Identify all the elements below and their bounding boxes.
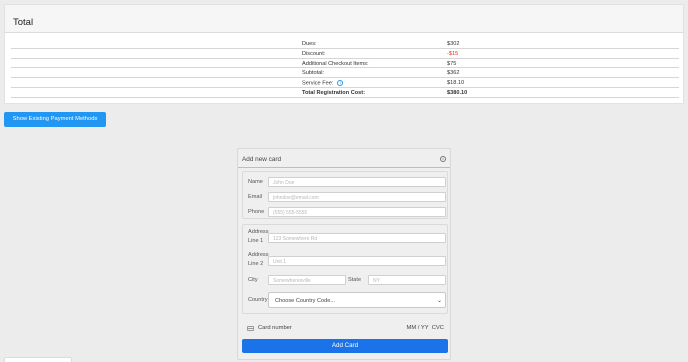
credit-card-icon <box>247 326 254 331</box>
phone-label: Phone <box>248 209 265 215</box>
address1-input[interactable]: 123 Somewhere Rd <box>268 233 446 243</box>
name-input[interactable]: John Doe <box>268 177 446 187</box>
card-number-input[interactable]: Card number <box>258 325 292 331</box>
dues-value: $302 <box>447 41 460 47</box>
totals-row-subtotal: Subtotal: $362 <box>11 68 679 79</box>
totals-row-dues: Dues: $302 <box>11 39 679 49</box>
dues-label: Dues: <box>302 41 317 47</box>
total-cost-value: $380.10 <box>447 89 468 96</box>
totals-table: Dues: $302 Discount: -$15 Additional Che… <box>11 39 679 98</box>
contact-group: Name John Doe Email johndoe@email.com Ph… <box>242 171 448 219</box>
state-input[interactable]: NY <box>368 275 446 285</box>
phone-row: Phone (555) 555-5555 <box>243 206 449 218</box>
card-expiry-cvc[interactable]: MM / YY CVC <box>407 325 444 331</box>
total-cost-label: Total Registration Cost: <box>302 89 365 96</box>
email-label: Email <box>248 194 262 200</box>
info-icon[interactable]: i <box>337 80 344 87</box>
additional-items-label: Additional Checkout Items: <box>302 60 369 67</box>
close-icon[interactable]: × <box>440 156 446 162</box>
address1-row: Address Line 1 123 Somewhere Rd <box>243 227 449 247</box>
total-panel: Total Dues: $302 Discount: -$15 Addition… <box>4 4 684 104</box>
state-label: State <box>348 277 362 283</box>
card-input-row[interactable]: Card number MM / YY CVC <box>242 322 448 336</box>
total-title: Total <box>13 17 34 28</box>
footer-card-stub <box>4 357 72 362</box>
name-label: Name <box>248 179 263 185</box>
country-row: Country Choose Country Code... ⌄ <box>243 291 449 311</box>
discount-label: Discount: <box>302 50 326 57</box>
address2-input[interactable]: Unit 1 <box>268 256 446 266</box>
chevron-down-icon: ⌄ <box>436 298 442 304</box>
add-card-header: Add new card × <box>238 149 450 168</box>
totals-row-total: Total Registration Cost: $380.10 <box>11 88 679 98</box>
address1-label-1: Address <box>248 229 269 235</box>
total-header: Total <box>5 5 683 33</box>
email-row: Email johndoe@email.com <box>243 191 449 203</box>
service-fee-value: $18.10 <box>447 80 465 87</box>
country-label: Country <box>248 297 268 303</box>
subtotal-value: $362 <box>447 70 460 77</box>
city-state-row: City Somewheresville State NY <box>243 274 449 286</box>
totals-row-service-fee: Service Fee: i $18.10 <box>11 78 679 88</box>
name-row: Name John Doe <box>243 176 449 188</box>
totals-row-additional-items: Additional Checkout Items: $75 <box>11 59 679 69</box>
email-input[interactable]: johndoe@email.com <box>268 192 446 202</box>
subtotal-label: Subtotal: <box>302 70 325 77</box>
address-group: Address Line 1 123 Somewhere Rd Address … <box>242 224 448 314</box>
additional-items-value: $75 <box>447 60 457 67</box>
address2-row: Address Line 2 Unit 1 <box>243 251 449 271</box>
address1-label-2: Line 1 <box>248 238 264 244</box>
show-payment-methods-button[interactable]: Show Existing Payment Methods <box>4 112 106 127</box>
totals-row-discount: Discount: -$15 <box>11 49 679 59</box>
phone-input[interactable]: (555) 555-5555 <box>268 207 446 217</box>
address2-label-1: Address <box>248 252 269 258</box>
discount-value: -$15 <box>447 50 459 57</box>
country-select[interactable]: Choose Country Code... ⌄ <box>268 292 446 308</box>
city-label: City <box>248 277 258 283</box>
address2-label-2: Line 2 <box>248 261 264 267</box>
service-fee-cell: Service Fee: i <box>302 80 344 87</box>
add-card-panel: Add new card × Name John Doe Email johnd… <box>237 148 451 360</box>
city-input[interactable]: Somewheresville <box>268 275 346 285</box>
country-selected-value: Choose Country Code... <box>275 297 336 304</box>
service-fee-label: Service Fee: <box>302 80 334 87</box>
add-card-title: Add new card <box>242 156 282 163</box>
add-card-button[interactable]: Add Card <box>242 339 448 353</box>
